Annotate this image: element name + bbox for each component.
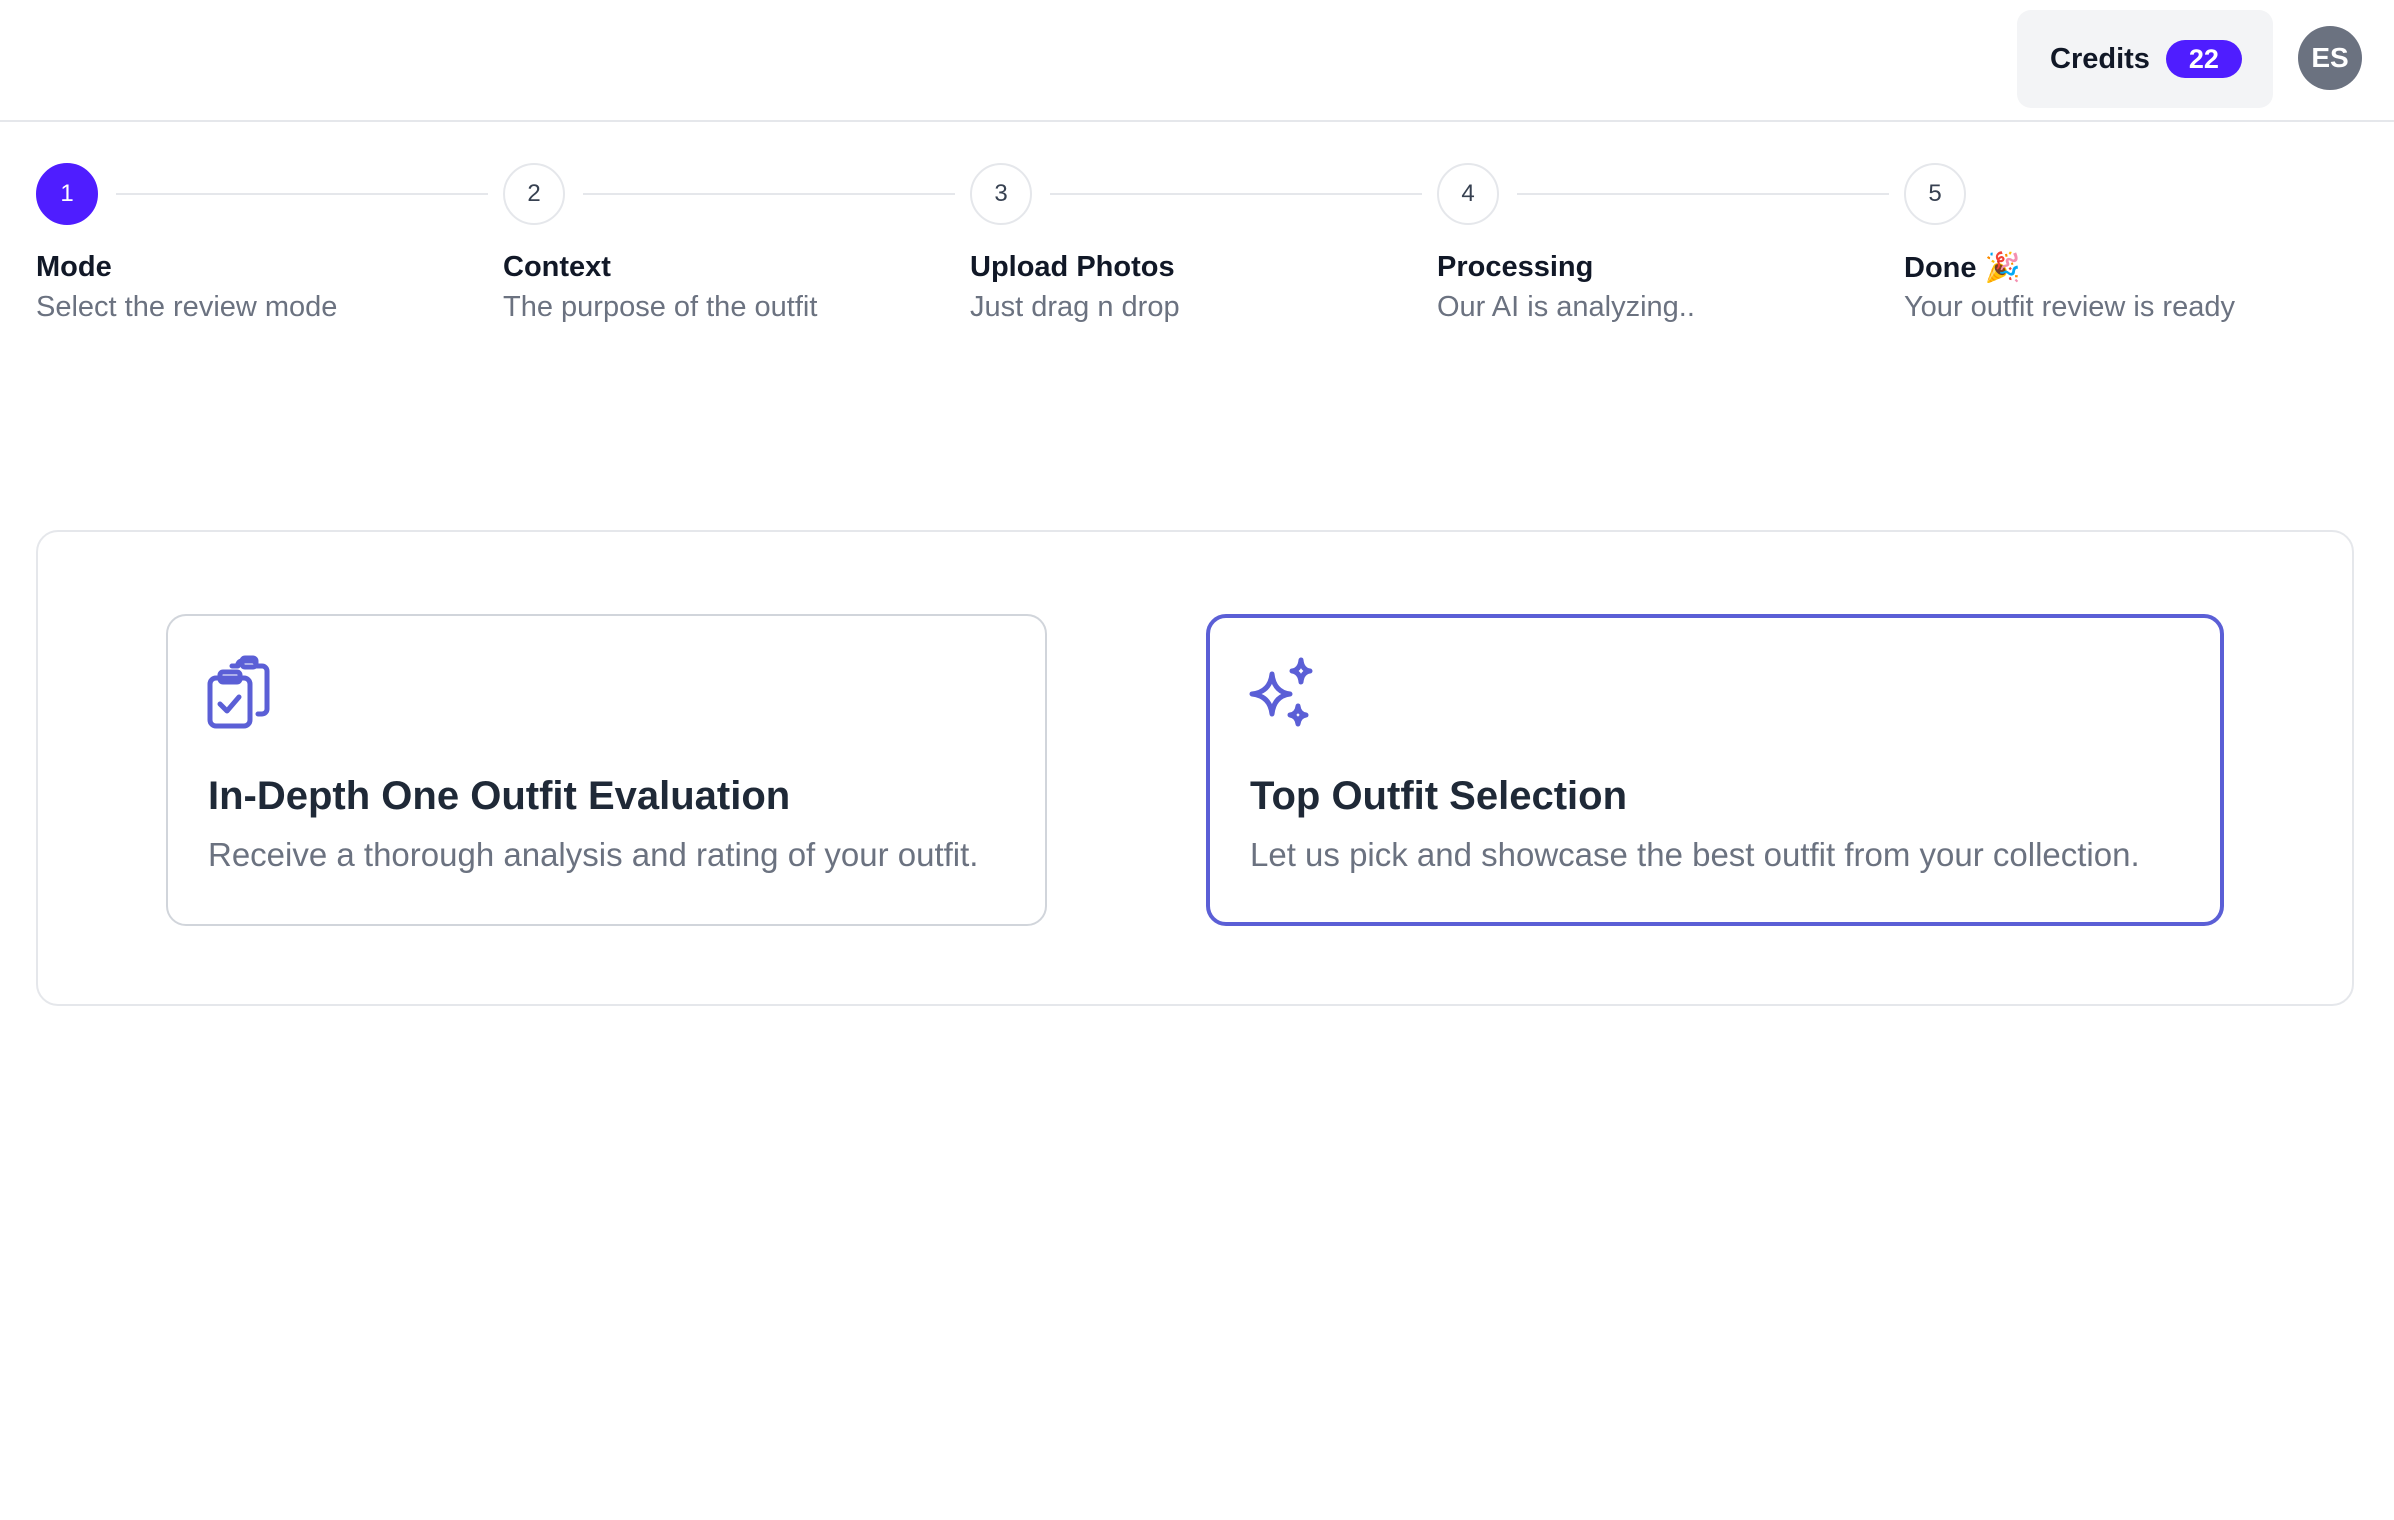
credits-label: Credits xyxy=(2050,42,2150,75)
credits-button[interactable]: Credits 22 xyxy=(2017,10,2273,108)
step-number: 1 xyxy=(36,163,98,225)
step-number: 5 xyxy=(1904,163,1966,225)
step-number: 3 xyxy=(970,163,1032,225)
user-avatar[interactable]: ES xyxy=(2298,26,2362,90)
mode-card-description: Let us pick and showcase the best outfit… xyxy=(1250,836,2140,873)
mode-card-description: Receive a thorough analysis and rating o… xyxy=(208,836,979,873)
step-subtitle: Just drag n drop xyxy=(970,291,1180,323)
clipboard-check-icon xyxy=(207,655,270,729)
step-number: 2 xyxy=(503,163,565,225)
step-connector xyxy=(1517,193,1889,195)
sparkles-icon xyxy=(1249,657,1313,727)
step-title: Upload Photos xyxy=(970,251,1175,283)
step-subtitle: Your outfit review is ready xyxy=(1904,291,2235,323)
step-subtitle: Our AI is analyzing.. xyxy=(1437,291,1695,323)
step-connector xyxy=(583,193,955,195)
credits-count-badge: 22 xyxy=(2165,40,2242,78)
step-title: Context xyxy=(503,251,611,283)
step-title: Mode xyxy=(36,251,112,283)
mode-card-in-depth-evaluation[interactable]: In-Depth One Outfit Evaluation Receive a… xyxy=(166,614,1047,926)
step-title: Processing xyxy=(1437,251,1594,283)
mode-selection-panel: In-Depth One Outfit Evaluation Receive a… xyxy=(36,530,2354,1006)
mode-card-title: In-Depth One Outfit Evaluation xyxy=(208,774,791,818)
progress-stepper: 1 Mode Select the review mode 2 Context … xyxy=(36,163,2356,343)
step-title: Done 🎉 xyxy=(1904,252,2021,284)
step-connector xyxy=(1050,193,1422,195)
mode-card-title: Top Outfit Selection xyxy=(1250,774,1628,818)
top-bar: Credits 22 ES xyxy=(0,0,2394,122)
step-subtitle: The purpose of the outfit xyxy=(503,291,818,323)
step-number: 4 xyxy=(1437,163,1499,225)
step-subtitle: Select the review mode xyxy=(36,291,338,323)
step-connector xyxy=(116,193,488,195)
mode-card-top-outfit-selection[interactable]: Top Outfit Selection Let us pick and sho… xyxy=(1206,614,2224,926)
